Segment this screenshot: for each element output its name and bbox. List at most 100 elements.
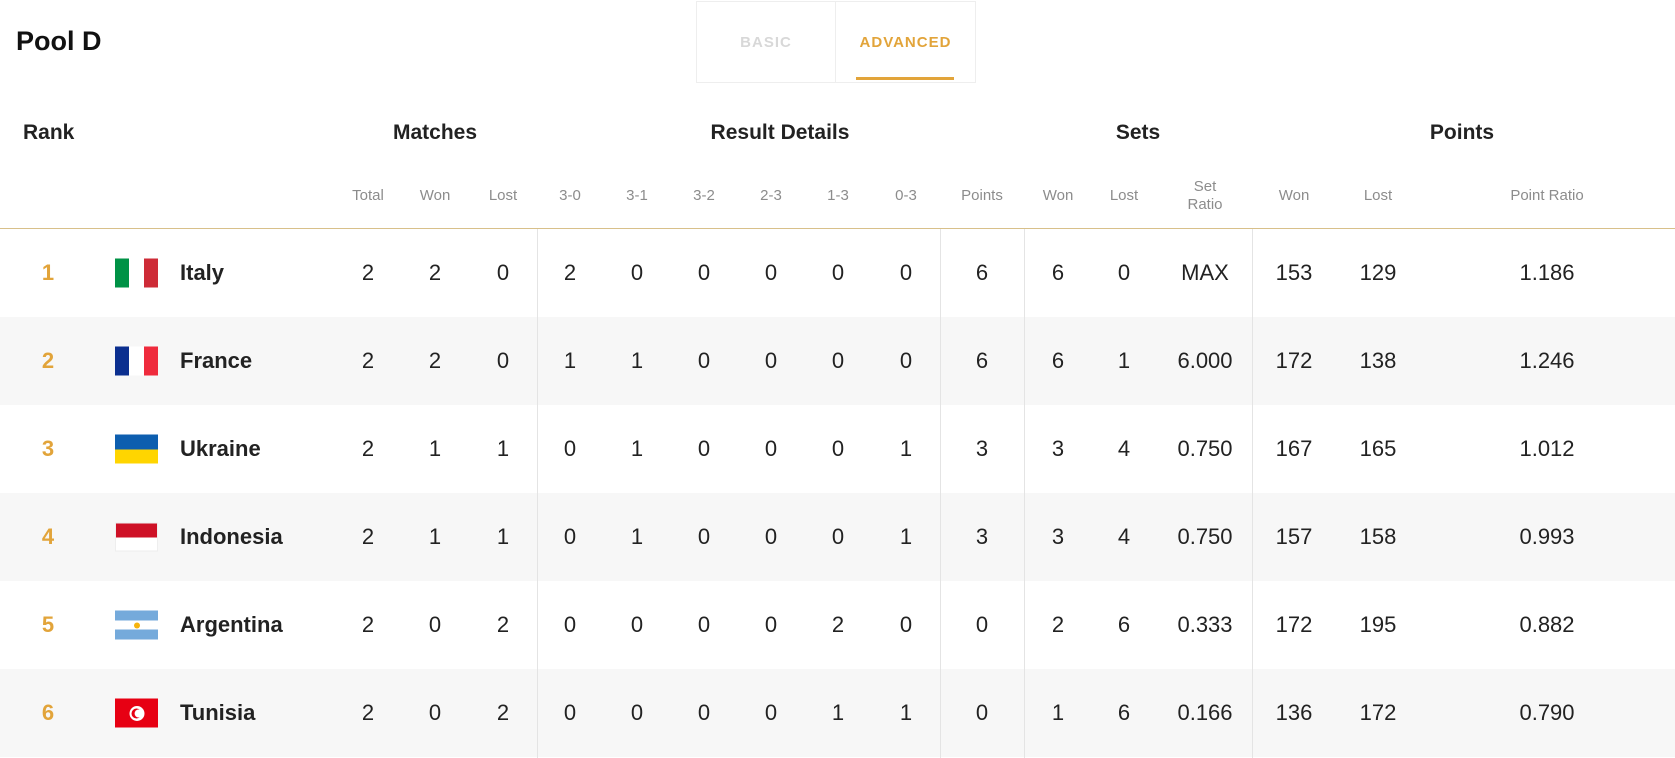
result-0-3-cell: 0 — [899, 260, 913, 285]
result-1-3-cell: 1 — [831, 700, 845, 725]
set-ratio-cell: 0.750 — [1177, 524, 1233, 549]
sets-won-cell: 6 — [1051, 348, 1065, 373]
col-header-result-0-3: 0-3 — [895, 187, 917, 204]
points-cell: 6 — [975, 348, 989, 373]
column-divider — [537, 229, 538, 758]
points-lost-cell: 138 — [1359, 348, 1397, 373]
rank-cell: 1 — [41, 260, 55, 285]
points-cell: 3 — [975, 436, 989, 461]
result-3-1-cell: 1 — [630, 436, 644, 461]
rank-cell: 2 — [41, 348, 55, 373]
result-3-0-cell: 2 — [563, 260, 577, 285]
sets-lost-cell: 6 — [1117, 612, 1131, 637]
view-tabs: BASIC ADVANCED — [696, 1, 976, 83]
col-header-points-lost: Lost — [1363, 187, 1393, 204]
rank-cell: 5 — [41, 612, 55, 637]
sets-lost-cell: 1 — [1117, 348, 1131, 373]
sets-lost-cell: 0 — [1117, 260, 1131, 285]
result-0-3-cell: 1 — [899, 700, 913, 725]
sets-lost-cell: 4 — [1117, 524, 1131, 549]
matches-lost-cell: 1 — [496, 524, 510, 549]
col-header-result-3-1: 3-1 — [626, 187, 648, 204]
result-1-3-cell: 0 — [831, 524, 845, 549]
result-0-3-cell: 0 — [899, 612, 913, 637]
points-lost-cell: 172 — [1359, 700, 1397, 725]
result-2-3-cell: 0 — [764, 612, 778, 637]
active-tab-indicator — [856, 77, 954, 80]
point-ratio-cell: 0.993 — [1519, 524, 1575, 549]
set-ratio-cell: 0.333 — [1177, 612, 1233, 637]
country-name: Indonesia — [180, 524, 283, 549]
result-1-3-cell: 2 — [831, 612, 845, 637]
group-header-points: Points — [1429, 121, 1495, 144]
result-3-1-cell: 0 — [630, 700, 644, 725]
ukraine-flag-icon — [115, 434, 158, 464]
table-row[interactable]: 2 France 2 2 0 1 1 0 0 0 0 6 6 1 6.000 1… — [0, 317, 1675, 405]
result-1-3-cell: 0 — [831, 436, 845, 461]
points-lost-cell: 195 — [1359, 612, 1397, 637]
rank-cell: 6 — [41, 700, 55, 725]
result-3-0-cell: 0 — [563, 524, 577, 549]
result-3-0-cell: 0 — [563, 612, 577, 637]
result-2-3-cell: 0 — [764, 348, 778, 373]
point-ratio-cell: 1.012 — [1519, 436, 1575, 461]
tunisia-flag-icon — [115, 698, 158, 728]
column-divider — [940, 229, 941, 758]
points-cell: 0 — [975, 700, 989, 725]
sets-lost-cell: 4 — [1117, 436, 1131, 461]
table-row[interactable]: 1 Italy 2 2 0 2 0 0 0 0 0 6 6 0 MAX 153 … — [0, 229, 1675, 317]
matches-lost-cell: 1 — [496, 436, 510, 461]
point-ratio-cell: 1.246 — [1519, 348, 1575, 373]
table-row[interactable]: 4 Indonesia 2 1 1 0 1 0 0 0 1 3 3 4 0.75… — [0, 493, 1675, 581]
set-ratio-cell: 0.750 — [1177, 436, 1233, 461]
rank-cell: 3 — [41, 436, 55, 461]
points-cell: 0 — [975, 612, 989, 637]
result-2-3-cell: 0 — [764, 260, 778, 285]
col-header-result-1-3: 1-3 — [827, 187, 849, 204]
sets-won-cell: 3 — [1051, 436, 1065, 461]
matches-total-cell: 2 — [361, 348, 375, 373]
set-ratio-cell: 6.000 — [1177, 348, 1233, 373]
matches-won-cell: 1 — [428, 524, 442, 549]
col-header-points-won: Won — [1278, 187, 1310, 204]
result-3-2-cell: 0 — [697, 612, 711, 637]
country-name: Italy — [180, 260, 225, 285]
result-3-2-cell: 0 — [697, 700, 711, 725]
matches-lost-cell: 2 — [496, 700, 510, 725]
table-row[interactable]: 6 Tunisia 2 0 2 0 0 0 0 1 1 0 1 6 0.166 … — [0, 669, 1675, 757]
matches-total-cell: 2 — [361, 700, 375, 725]
argentina-flag-icon — [115, 610, 158, 640]
matches-total-cell: 2 — [361, 612, 375, 637]
col-header-sets-won: Won — [1042, 187, 1074, 204]
set-ratio-cell: 0.166 — [1177, 700, 1233, 725]
table-row[interactable]: 5 Argentina 2 0 2 0 0 0 0 2 0 0 2 6 0.33… — [0, 581, 1675, 669]
matches-won-cell: 2 — [428, 260, 442, 285]
result-1-3-cell: 0 — [831, 260, 845, 285]
result-2-3-cell: 0 — [764, 700, 778, 725]
points-won-cell: 172 — [1275, 612, 1313, 637]
col-header-matches-total: Total — [352, 187, 384, 204]
matches-total-cell: 2 — [361, 524, 375, 549]
sets-won-cell: 6 — [1051, 260, 1065, 285]
col-header-result-3-0: 3-0 — [559, 187, 581, 204]
group-header-rank: Rank — [23, 121, 75, 144]
points-lost-cell: 129 — [1359, 260, 1397, 285]
table-row[interactable]: 3 Ukraine 2 1 1 0 1 0 0 0 1 3 3 4 0.750 … — [0, 405, 1675, 493]
points-cell: 6 — [975, 260, 989, 285]
country-name: France — [180, 348, 253, 373]
points-won-cell: 136 — [1275, 700, 1313, 725]
tab-basic[interactable]: BASIC — [697, 2, 836, 82]
result-3-0-cell: 0 — [563, 700, 577, 725]
result-3-2-cell: 0 — [697, 348, 711, 373]
matches-lost-cell: 0 — [496, 260, 510, 285]
result-3-2-cell: 0 — [697, 260, 711, 285]
france-flag-icon — [115, 346, 158, 376]
result-3-1-cell: 0 — [630, 612, 644, 637]
tab-advanced[interactable]: ADVANCED — [836, 2, 975, 82]
result-2-3-cell: 0 — [764, 436, 778, 461]
col-header-sets-lost: Lost — [1109, 187, 1139, 204]
result-3-2-cell: 0 — [697, 436, 711, 461]
indonesia-flag-icon — [115, 522, 158, 552]
matches-won-cell: 1 — [428, 436, 442, 461]
set-ratio-cell: MAX — [1181, 260, 1229, 285]
